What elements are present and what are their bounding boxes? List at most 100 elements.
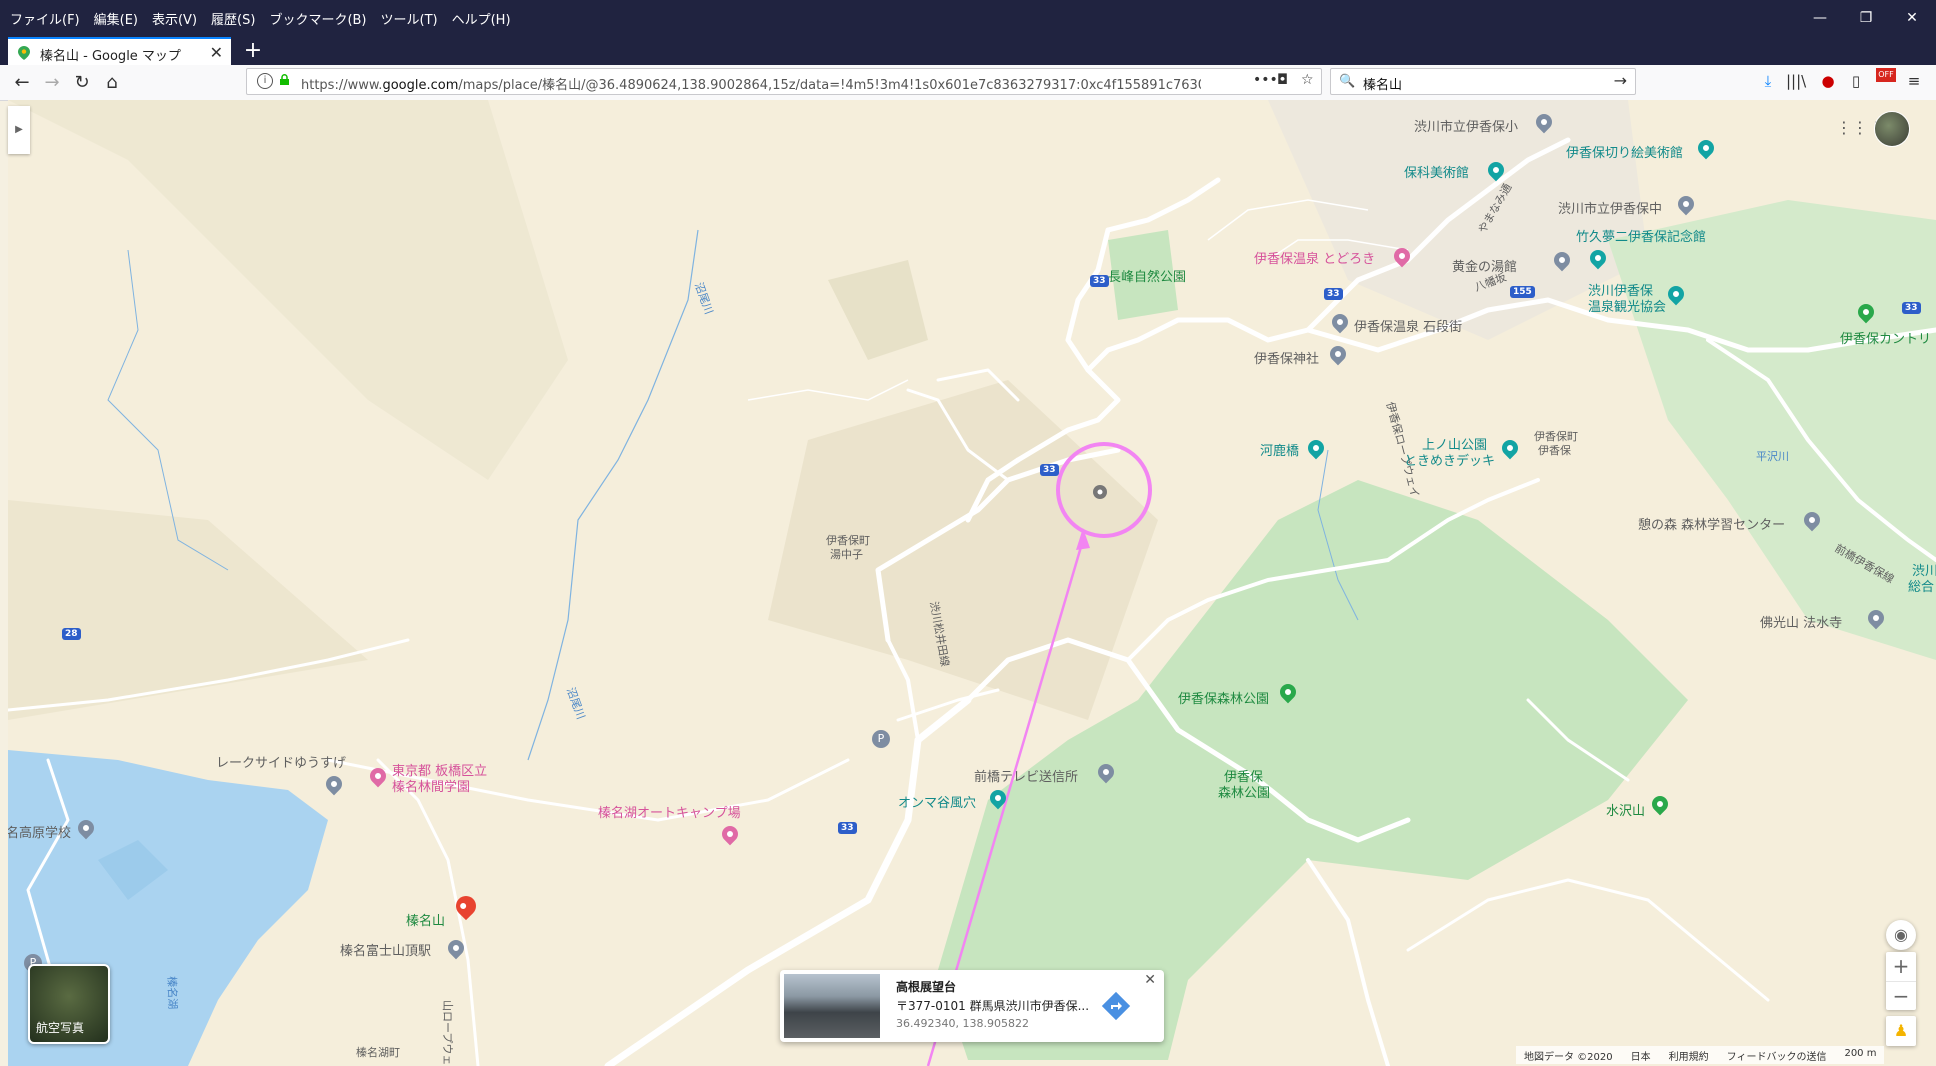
- menu-history[interactable]: 履歴(S): [211, 9, 255, 28]
- place-coordinates: 36.492340, 138.905822: [896, 1017, 1029, 1030]
- menu-bar: ファイル(F) 編集(E) 表示(V) 履歴(S) ブックマーク(B) ツール(…: [0, 0, 1936, 37]
- apps-grid-icon[interactable]: ⋮⋮⋮: [1836, 118, 1884, 137]
- map-label[interactable]: 保科美術館: [1404, 162, 1469, 181]
- map-label[interactable]: ときめきデッキ: [1404, 450, 1495, 469]
- tab-google-maps[interactable]: 榛名山 - Google マップ ✕: [8, 37, 231, 67]
- scale-label[interactable]: 200 m: [1844, 1048, 1876, 1062]
- place-photo[interactable]: [784, 974, 880, 1038]
- map-label[interactable]: 伊香保温泉 石段街: [1354, 316, 1462, 335]
- account-avatar[interactable]: [1874, 111, 1910, 147]
- menu-file[interactable]: ファイル(F): [10, 9, 80, 28]
- menu-help[interactable]: ヘルプ(H): [452, 9, 511, 28]
- route-shield: 28: [62, 628, 81, 640]
- menu-view[interactable]: 表示(V): [152, 9, 197, 28]
- map-label: 榛名湖: [165, 976, 180, 1010]
- map-label: 森林公園: [1218, 786, 1271, 801]
- close-window-icon[interactable]: ✕: [1904, 10, 1920, 26]
- expand-side-panel-button[interactable]: ▶: [8, 106, 30, 154]
- search-go-icon[interactable]: →: [1614, 71, 1627, 90]
- restore-icon[interactable]: ❐: [1858, 10, 1874, 26]
- map-label: 湯中子: [830, 548, 863, 561]
- route-shield: 33: [1040, 464, 1059, 476]
- url-bar[interactable]: i https://www.google.com/maps/place/榛名山/…: [246, 68, 1322, 95]
- parking-icon[interactable]: P: [872, 730, 890, 748]
- route-shield: 33: [838, 822, 857, 834]
- map-label[interactable]: 榛名湖オートキャンプ場: [598, 802, 741, 821]
- route-shield: 33: [1902, 302, 1921, 314]
- close-card-icon[interactable]: ✕: [1144, 972, 1156, 988]
- hamburger-menu-icon[interactable]: ≡: [1904, 71, 1924, 91]
- map-label[interactable]: 榛名富士山頂駅: [340, 940, 431, 959]
- map-label[interactable]: 水沢山: [1606, 800, 1645, 819]
- map-label: 総合: [1908, 580, 1935, 595]
- route-shield: 33: [1324, 288, 1343, 300]
- country-label[interactable]: 日本: [1631, 1048, 1651, 1063]
- sidebar-icon[interactable]: ▯: [1846, 71, 1866, 91]
- satellite-toggle-button[interactable]: 航空写真: [28, 964, 110, 1044]
- zoom-out-button[interactable]: −: [1886, 981, 1916, 1011]
- map-label[interactable]: 名高原学校: [8, 822, 71, 841]
- map-label[interactable]: 竹久夢二伊香保記念館: [1576, 226, 1706, 245]
- reload-icon[interactable]: ↻: [70, 71, 94, 95]
- page-actions-icon[interactable]: •••: [1253, 72, 1278, 88]
- search-value: 榛名山: [1363, 78, 1403, 93]
- bookmark-star-icon[interactable]: ☆: [1301, 72, 1314, 88]
- map-label[interactable]: 長峰自然公園: [1108, 266, 1186, 285]
- url-text: https://www.google.com/maps/place/榛名山/@3…: [301, 78, 1201, 93]
- route-shield: 33: [1090, 275, 1109, 287]
- forward-icon[interactable]: →: [40, 71, 64, 95]
- minimize-icon[interactable]: —: [1812, 10, 1828, 26]
- map-label[interactable]: レークサイドゆうすげ: [216, 752, 346, 771]
- map-label[interactable]: 黄金の湯館: [1452, 256, 1517, 275]
- menu-edit[interactable]: 編集(E): [94, 9, 138, 28]
- map-label: 山ロープウェイ: [441, 1000, 454, 1066]
- map-canvas[interactable]: 33 33 155 33 33 28 33 渋川市立伊香保小 伊香保切り絵美術館…: [8, 100, 1936, 1066]
- adblock-icon[interactable]: ●: [1818, 71, 1838, 91]
- map-label[interactable]: 榛名山: [406, 910, 445, 929]
- map-label[interactable]: 前橋テレビ送信所: [974, 766, 1078, 785]
- map-label[interactable]: 伊香保切り絵美術館: [1566, 142, 1683, 161]
- library-icon[interactable]: |||\: [1786, 71, 1806, 91]
- terms-link[interactable]: 利用規約: [1669, 1048, 1709, 1063]
- my-location-button[interactable]: ◉: [1886, 920, 1916, 950]
- map-label[interactable]: 伊香保カントリ: [1840, 328, 1931, 347]
- back-icon[interactable]: ←: [10, 71, 34, 95]
- map-label[interactable]: 佛光山 法水寺: [1760, 612, 1842, 631]
- pocket-icon[interactable]: ◘: [1277, 72, 1288, 88]
- map-label[interactable]: 渋川市立伊香保小: [1414, 116, 1518, 135]
- tab-title: 榛名山 - Google マップ: [40, 49, 181, 64]
- satellite-label: 航空写真: [36, 1021, 85, 1035]
- feedback-link[interactable]: フィードバックの送信: [1727, 1048, 1827, 1063]
- map-label: 平沢川: [1756, 450, 1789, 463]
- zoom-controls: + −: [1886, 952, 1916, 1010]
- home-icon[interactable]: ⌂: [100, 71, 124, 95]
- map-footer: 地図データ ©2020 日本 利用規約 フィードバックの送信 200 m: [1516, 1046, 1885, 1064]
- place-info-card[interactable]: 高根展望台 〒377-0101 群馬県渋川市伊香保... 36.492340, …: [780, 970, 1164, 1042]
- route-shield: 155: [1510, 286, 1535, 298]
- menu-bookmarks[interactable]: ブックマーク(B): [269, 9, 366, 28]
- map-label[interactable]: 渋川市立伊香保中: [1558, 198, 1662, 217]
- place-title: 高根展望台: [896, 980, 957, 994]
- info-icon[interactable]: i: [257, 73, 273, 89]
- map-label[interactable]: 温泉観光協会: [1588, 296, 1666, 315]
- off-badge-icon[interactable]: OFF: [1876, 68, 1896, 82]
- map-label[interactable]: 河鹿橋: [1260, 440, 1299, 459]
- pegman-icon[interactable]: ♟: [1886, 1016, 1916, 1046]
- map-label[interactable]: 伊香保温泉 とどろき: [1254, 248, 1375, 267]
- downloads-icon[interactable]: ⤓: [1758, 71, 1778, 91]
- map-label[interactable]: オンマ谷風穴: [898, 792, 976, 811]
- map-label[interactable]: 伊香保神社: [1254, 348, 1319, 367]
- directions-icon[interactable]: [1100, 990, 1132, 1022]
- lock-icon[interactable]: [279, 74, 290, 85]
- map-label[interactable]: 憩の森 森林学習センター: [1638, 514, 1785, 533]
- tab-close-icon[interactable]: ✕: [210, 43, 223, 62]
- new-tab-button[interactable]: +: [240, 38, 266, 64]
- zoom-in-button[interactable]: +: [1886, 952, 1916, 981]
- map-label[interactable]: 榛名林間学園: [392, 776, 470, 795]
- place-address: 〒377-0101 群馬県渋川市伊香保...: [896, 999, 1090, 1013]
- map-data-credit: 地図データ ©2020: [1524, 1052, 1613, 1063]
- search-bar[interactable]: 🔍 榛名山 →: [1330, 68, 1636, 95]
- map-label[interactable]: 伊香保森林公園: [1178, 688, 1269, 707]
- menu-tools[interactable]: ツール(T): [381, 9, 438, 28]
- tab-strip: [0, 37, 1936, 65]
